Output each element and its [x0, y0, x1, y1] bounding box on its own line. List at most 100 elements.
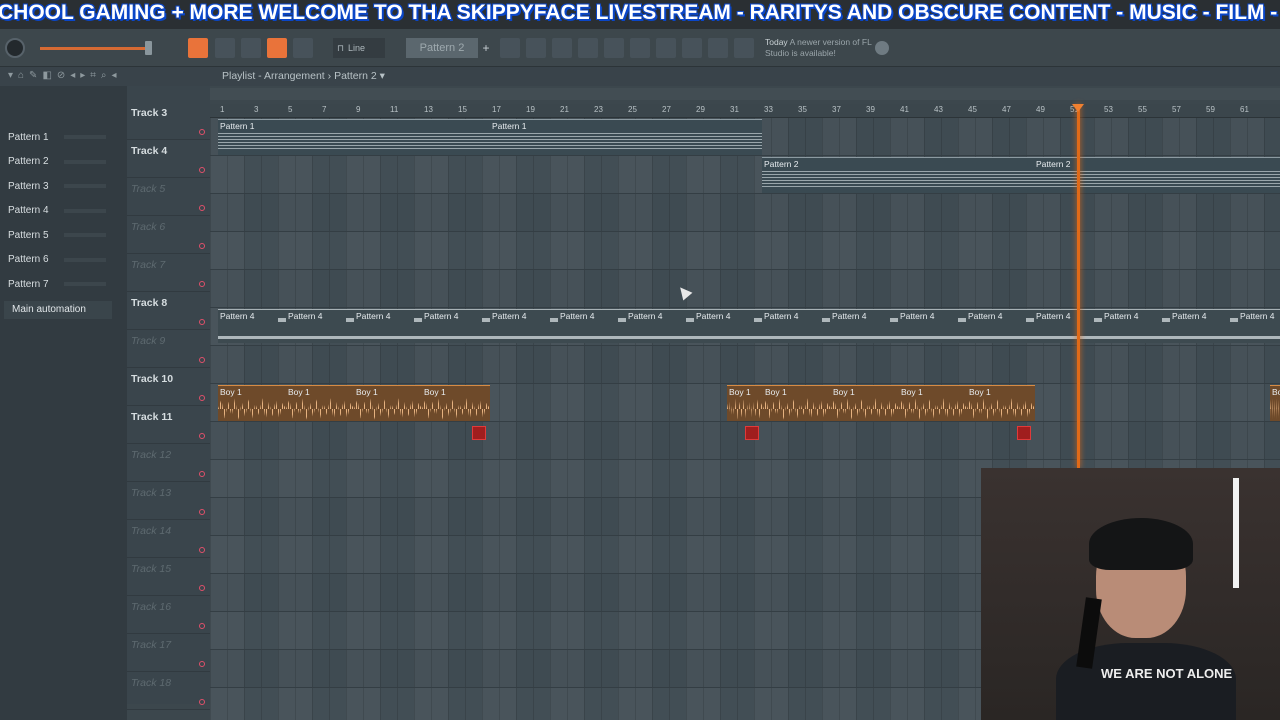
track-mute-icon[interactable]: [199, 509, 205, 515]
track-header[interactable]: Track 8: [127, 292, 210, 330]
picker-item[interactable]: Pattern 2: [4, 150, 112, 175]
channel-rack-icon[interactable]: [552, 38, 572, 58]
browser-icon[interactable]: [604, 38, 624, 58]
link-icon[interactable]: [267, 38, 287, 58]
track-mute-icon[interactable]: [199, 547, 205, 553]
track-mute-icon[interactable]: [199, 433, 205, 439]
track-mute-icon[interactable]: [199, 585, 205, 591]
piano-roll-icon[interactable]: [526, 38, 546, 58]
track-row[interactable]: [210, 270, 1280, 308]
audio-clip[interactable]: Boy 1: [1270, 385, 1280, 421]
track-mute-icon[interactable]: [199, 357, 205, 363]
master-volume-slider[interactable]: [40, 47, 148, 50]
pattern-clip[interactable]: Pattern 4: [1102, 309, 1170, 343]
shop-icon[interactable]: [734, 38, 754, 58]
track-header[interactable]: Track 16: [127, 596, 210, 634]
project-icon[interactable]: [630, 38, 650, 58]
track-header[interactable]: Track 6: [127, 216, 210, 254]
picker-item[interactable]: Pattern 1: [4, 125, 112, 150]
audio-clip[interactable]: Boy 1: [422, 385, 490, 421]
track-mute-icon[interactable]: [199, 471, 205, 477]
pattern-clip[interactable]: Pattern 2: [762, 157, 1034, 193]
pattern-clip[interactable]: Pattern 4: [286, 309, 354, 343]
audio-clip[interactable]: Boy 1: [967, 385, 1035, 421]
pattern-clip[interactable]: Pattern 4: [490, 309, 558, 343]
slide-tool-icon[interactable]: [241, 38, 261, 58]
pattern-clip[interactable]: Pattern 4: [694, 309, 762, 343]
pattern-clip[interactable]: Pattern 4: [898, 309, 966, 343]
pattern-clip[interactable]: Pattern 1: [490, 119, 762, 155]
audio-clip[interactable]: Boy 1: [727, 385, 763, 421]
audio-clip[interactable]: Boy 1: [831, 385, 899, 421]
snap-select[interactable]: ⊓ Line: [333, 38, 385, 58]
pattern-clip[interactable]: Pattern 4: [354, 309, 422, 343]
track-header[interactable]: Track 7: [127, 254, 210, 292]
pattern-clip[interactable]: Pattern 4: [422, 309, 490, 343]
track-row[interactable]: [210, 194, 1280, 232]
pattern-clip[interactable]: Pattern 4: [218, 309, 286, 343]
picker-item[interactable]: Pattern 7: [4, 272, 112, 297]
track-mute-icon[interactable]: [199, 167, 205, 173]
track-row[interactable]: [210, 232, 1280, 270]
pattern-clip[interactable]: Pattern 4: [830, 309, 898, 343]
globe-icon[interactable]: [875, 41, 889, 55]
arrow-icon[interactable]: [215, 38, 235, 58]
timeline-ruler[interactable]: 1 3 5 7 9 11 13 15 17 19 21 23 25 27 29 31 33 35 37 39 41 43 4…: [210, 104, 1280, 118]
picker-item[interactable]: Pattern 3: [4, 174, 112, 199]
track-header[interactable]: Track 3: [127, 102, 210, 140]
track-mute-icon[interactable]: [199, 623, 205, 629]
pattern-clip[interactable]: Pattern 4: [626, 309, 694, 343]
track-mute-icon[interactable]: [199, 129, 205, 135]
picker-item[interactable]: Pattern 6: [4, 248, 112, 273]
pattern-clip[interactable]: Pattern 4: [966, 309, 1034, 343]
marker-icon[interactable]: [1017, 426, 1031, 440]
stamp-icon[interactable]: [293, 38, 313, 58]
tools-icon[interactable]: [682, 38, 702, 58]
audio-clip[interactable]: Boy 1: [286, 385, 354, 421]
track-header[interactable]: Track 18: [127, 672, 210, 710]
mixer-icon[interactable]: [578, 38, 598, 58]
track-header[interactable]: Track 17: [127, 634, 210, 672]
track-mute-icon[interactable]: [199, 661, 205, 667]
pattern-clip[interactable]: Pattern 2: [1034, 157, 1280, 193]
playlist-tool-icons[interactable]: ▾⌂✎◧⊘◂▸⌗⌕◂: [8, 70, 122, 81]
pattern-selector[interactable]: Pattern 2: [406, 38, 478, 58]
pattern-clip[interactable]: Pattern 1: [218, 119, 490, 155]
audio-clip[interactable]: Boy 1: [763, 385, 831, 421]
playhead-marker-icon[interactable]: [1072, 104, 1084, 112]
picker-item[interactable]: Pattern 4: [4, 199, 112, 224]
add-pattern-icon[interactable]: +: [481, 38, 491, 58]
send-icon[interactable]: [708, 38, 728, 58]
track-header[interactable]: Track 15: [127, 558, 210, 596]
track-mute-icon[interactable]: [199, 699, 205, 705]
master-volume-knob[interactable]: [5, 38, 25, 58]
track-row[interactable]: [210, 346, 1280, 384]
track-header[interactable]: Track 14: [127, 520, 210, 558]
track-header[interactable]: Track 5: [127, 178, 210, 216]
pattern-clip[interactable]: Pattern 4: [558, 309, 626, 343]
plugin-icon[interactable]: [656, 38, 676, 58]
track-header[interactable]: Track 10: [127, 368, 210, 406]
master-volume-handle[interactable]: [145, 41, 152, 55]
track-header[interactable]: Track 12: [127, 444, 210, 482]
pattern-clip[interactable]: Pattern 4: [762, 309, 830, 343]
marker-icon[interactable]: [745, 426, 759, 440]
track-header[interactable]: Track 13: [127, 482, 210, 520]
track-header[interactable]: Track 9: [127, 330, 210, 368]
track-mute-icon[interactable]: [199, 205, 205, 211]
audio-clip[interactable]: Boy 1: [354, 385, 422, 421]
audio-clip[interactable]: Boy 1: [218, 385, 286, 421]
track-mute-icon[interactable]: [199, 243, 205, 249]
track-mute-icon[interactable]: [199, 395, 205, 401]
track-mute-icon[interactable]: [199, 281, 205, 287]
playlist-scrollbar[interactable]: [210, 88, 1280, 100]
pattern-song-toggle-icon[interactable]: [188, 38, 208, 58]
track-header[interactable]: Track 4: [127, 140, 210, 178]
track-mute-icon[interactable]: [199, 319, 205, 325]
track-header[interactable]: Track 11: [127, 406, 210, 444]
pattern-clip[interactable]: Pattern 4: [1238, 309, 1280, 343]
audio-clip[interactable]: Boy 1: [899, 385, 967, 421]
playhead[interactable]: [1077, 104, 1080, 468]
marker-icon[interactable]: [472, 426, 486, 440]
playlist-icon[interactable]: [500, 38, 520, 58]
